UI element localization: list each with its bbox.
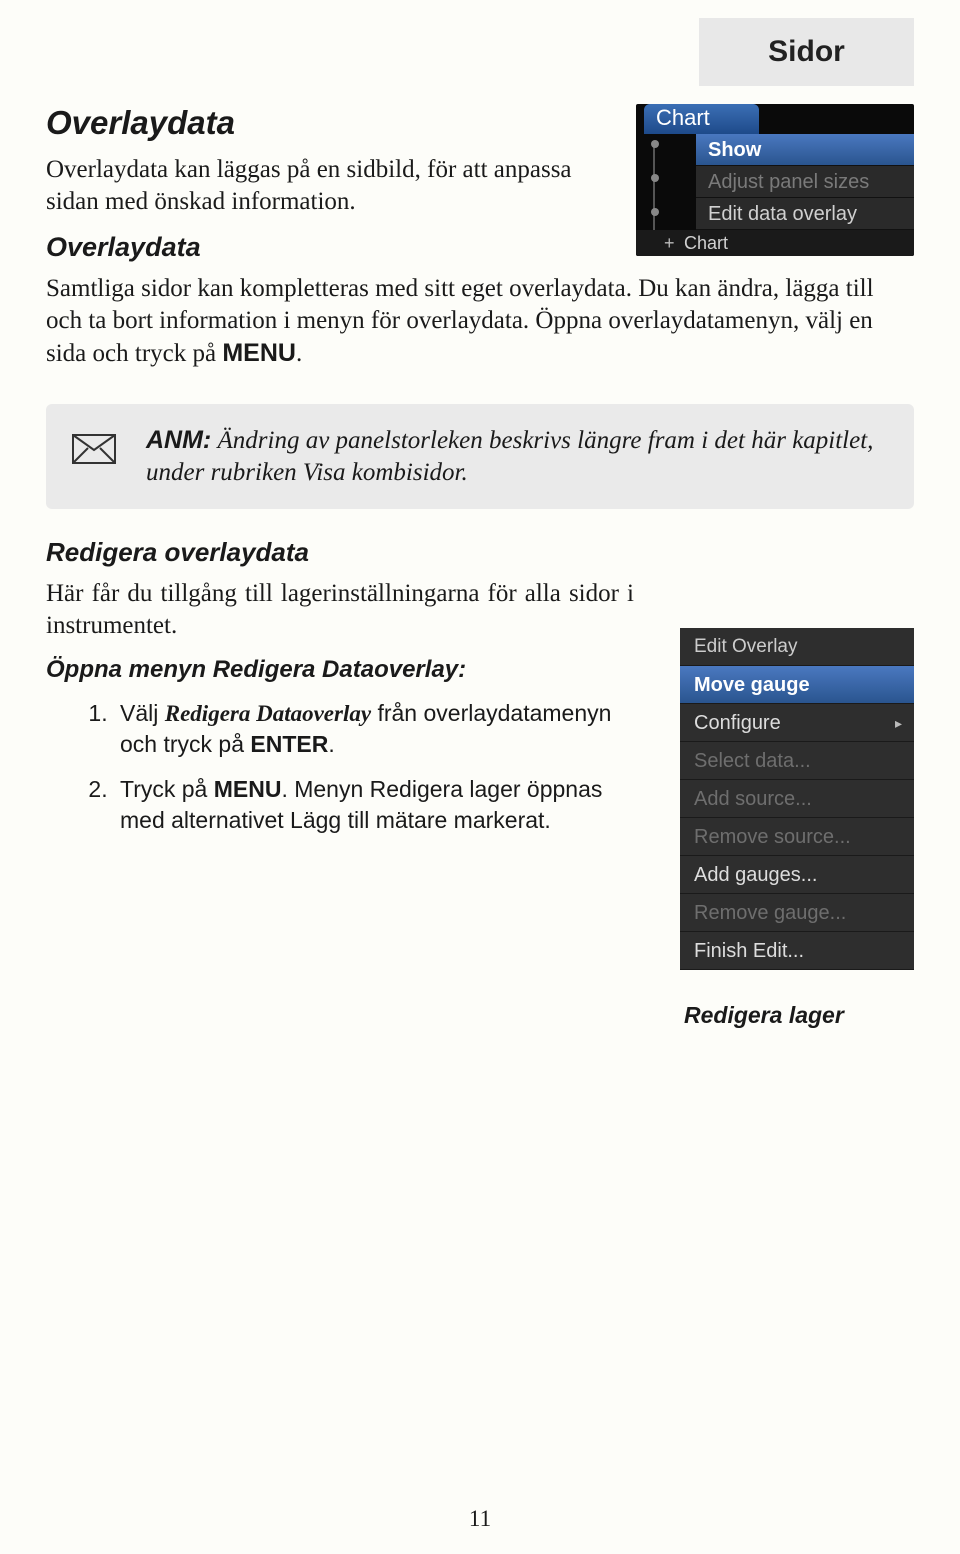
steps-list: Välj Redigera Dataoverlay från overlayda… [46,698,634,836]
menu-title-edit-overlay: Edit Overlay [680,628,914,666]
menu-keyword: MENU [222,339,296,367]
menu-item-configure[interactable]: Configure [680,704,914,742]
note-box: ANM: Ändring av panelstorleken beskrivs … [46,404,914,509]
menu-item-move-gauge[interactable]: Move gauge [680,666,914,704]
caption-redigera-lager: Redigera lager [680,1002,914,1029]
bullet-icon [651,174,659,182]
chart-row: + Chart [636,230,914,256]
chart-tab: Chart [644,104,759,134]
bullet-icon [651,140,659,148]
bullet-icon [651,208,659,216]
menu-item-select-data[interactable]: Select data... [680,742,914,780]
para-intro: Overlaydata kan läggas på en sidbild, fö… [46,154,611,218]
section-tab: Sidor [699,18,914,86]
menu-item-show[interactable]: Show [696,134,914,166]
note-text: Ändring av panelstorleken beskrivs längr… [146,427,873,486]
subheading-overlaydata: Overlaydata [46,232,611,263]
overlay-menu-screenshot: Chart Show Adjust panel sizes Edit data … [636,104,914,256]
menu-item-remove-source[interactable]: Remove source... [680,818,914,856]
menu-item-remove-gauge[interactable]: Remove gauge... [680,894,914,932]
subheading-open-menu: Öppna menyn Redigera Dataoverlay: [46,656,634,684]
menu-item-add-gauges[interactable]: Add gauges... [680,856,914,894]
menu-item-finish-edit[interactable]: Finish Edit... [680,932,914,970]
heading-redigera: Redigera overlaydata [46,537,914,568]
step-2: Tryck på MENU. Menyn Redigera lager öppn… [114,774,634,836]
edit-menu-screenshot: Edit Overlay Move gauge Configure Select… [680,628,914,970]
menu-item-add-source[interactable]: Add source... [680,780,914,818]
page-number: 11 [0,1506,960,1532]
para-body: Samtliga sidor kan kompletteras med sitt… [46,273,914,370]
menu-item-edit-overlay[interactable]: Edit data overlay [696,198,914,230]
plus-icon: + [664,230,675,256]
heading-overlaydata: Overlaydata [46,104,611,142]
menu-item-adjust[interactable]: Adjust panel sizes [696,166,914,198]
step-1: Välj Redigera Dataoverlay från overlayda… [114,698,634,760]
note-label: ANM: [146,426,211,454]
para-redigera: Här får du tillgång till lagerinställnin… [46,578,634,642]
envelope-icon [72,434,116,464]
